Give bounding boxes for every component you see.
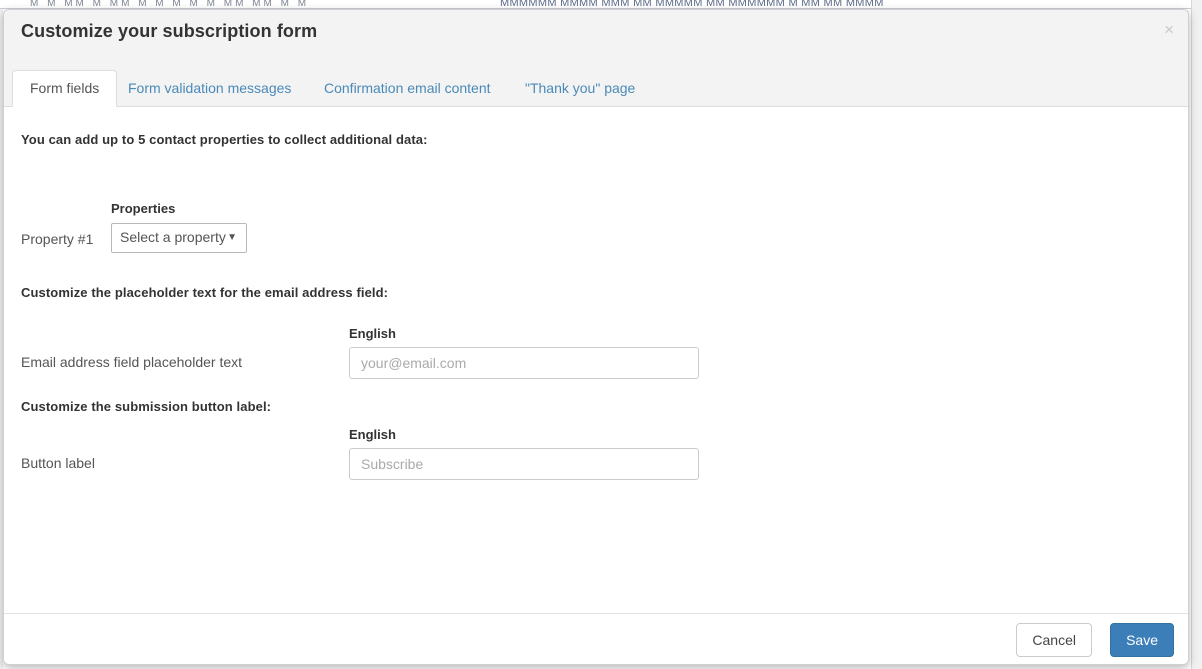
modal-tab-bar: Form fields Form validation messages Con… xyxy=(4,58,1188,107)
property-1-label: Property #1 xyxy=(21,231,94,247)
button-label-section-heading: Customize the submission button label: xyxy=(21,399,272,414)
button-label-input[interactable] xyxy=(349,448,699,480)
modal-title: Customize your subscription form xyxy=(21,21,318,41)
placeholder-column-header: English xyxy=(349,326,396,341)
background-clipped-text-center: MMMMMM MMMM MMM MM MMMMM MM MMMMMM M MM … xyxy=(500,0,884,9)
property-select[interactable]: Select a property ▼ xyxy=(111,223,247,253)
modal-header: Customize your subscription form × xyxy=(4,10,1188,58)
customize-subscription-form-modal: Customize your subscription form × Form … xyxy=(3,9,1189,665)
background-right-gutter xyxy=(1191,0,1202,669)
cancel-button[interactable]: Cancel xyxy=(1016,623,1092,657)
tab-form-fields[interactable]: Form fields xyxy=(12,70,118,107)
button-label-label: Button label xyxy=(21,455,95,471)
save-button[interactable]: Save xyxy=(1110,623,1174,657)
properties-column-header: Properties xyxy=(111,201,176,216)
modal-body: You can add up to 5 contact properties t… xyxy=(4,107,1188,613)
properties-section-heading: You can add up to 5 contact properties t… xyxy=(21,132,428,147)
close-icon[interactable]: × xyxy=(1164,21,1174,38)
chevron-down-icon: ▼ xyxy=(227,232,237,243)
tab-confirmation-email-content[interactable]: Confirmation email content xyxy=(307,70,508,107)
email-placeholder-label: Email address field placeholder text xyxy=(21,354,243,370)
placeholder-section-heading: Customize the placeholder text for the e… xyxy=(21,285,389,300)
background-clipped-content: M M MM M MM M M M M M MM MM M M MMMMMM M… xyxy=(0,0,1202,9)
modal-footer: Cancel Save xyxy=(4,613,1188,664)
email-placeholder-input[interactable] xyxy=(349,347,699,379)
property-select-value: Select a property xyxy=(120,229,226,245)
tab-thank-you-page[interactable]: "Thank you" page xyxy=(508,70,652,107)
button-label-column-header: English xyxy=(349,427,396,442)
tab-form-validation-messages[interactable]: Form validation messages xyxy=(111,70,308,107)
background-clipped-text-left: M M MM M MM M M M M M MM MM M M xyxy=(30,0,310,9)
